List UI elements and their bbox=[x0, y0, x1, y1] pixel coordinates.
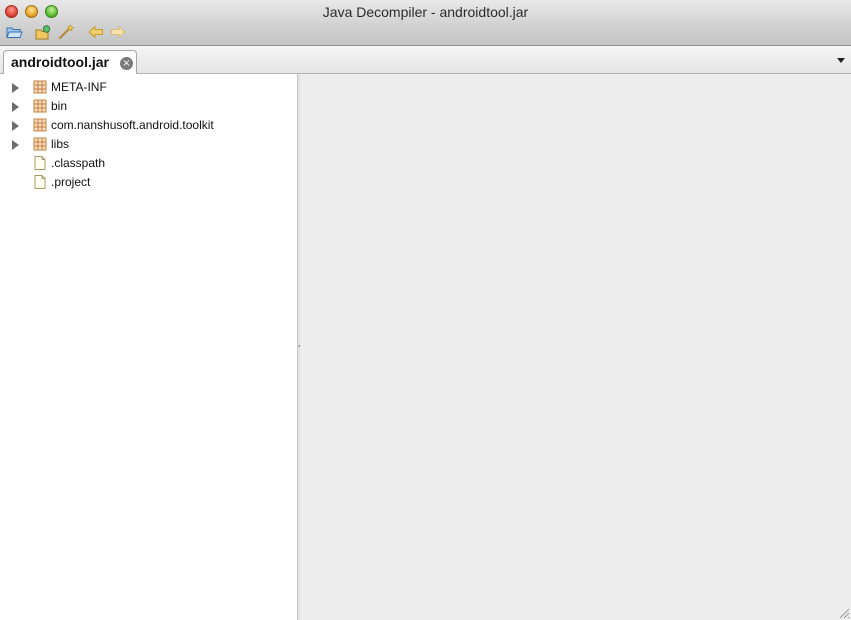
disclosure-triangle-icon[interactable] bbox=[12, 140, 19, 150]
tree-item-bin[interactable]: bin bbox=[0, 97, 296, 116]
tab-bar: androidtool.jar × bbox=[0, 46, 851, 74]
tree-item-libs[interactable]: libs bbox=[0, 135, 296, 154]
tree-item-label: libs bbox=[51, 137, 70, 151]
package-icon bbox=[33, 99, 47, 113]
open-type-button[interactable] bbox=[34, 24, 52, 40]
package-tree: META-INF bin com.nanshusoft.android.tool… bbox=[0, 74, 298, 620]
tree-item-label: bin bbox=[51, 99, 68, 113]
app-window: Java Decompiler - androidtool.jar androi… bbox=[0, 0, 851, 620]
tree-item-label: com.nanshusoft.android.toolkit bbox=[51, 118, 214, 132]
back-button[interactable] bbox=[87, 24, 105, 40]
tree-item-project[interactable]: .project bbox=[0, 173, 296, 192]
tree-item-meta-inf[interactable]: META-INF bbox=[0, 78, 296, 97]
open-type-icon bbox=[35, 24, 50, 39]
file-icon bbox=[34, 156, 46, 170]
disclosure-triangle-icon[interactable] bbox=[12, 83, 19, 93]
tab-close-icon[interactable]: × bbox=[120, 57, 133, 70]
tree-item-label: META-INF bbox=[51, 80, 107, 94]
source-view-panel bbox=[300, 74, 851, 620]
file-icon bbox=[34, 175, 46, 189]
tab-list-menu-icon[interactable] bbox=[837, 58, 845, 63]
package-icon bbox=[33, 137, 47, 151]
open-file-button[interactable] bbox=[5, 24, 23, 40]
tab-androidtool-jar[interactable]: androidtool.jar × bbox=[3, 50, 137, 74]
package-icon bbox=[33, 80, 47, 94]
tab-label: androidtool.jar bbox=[11, 54, 109, 70]
disclosure-triangle-icon[interactable] bbox=[12, 102, 19, 112]
window-title: Java Decompiler - androidtool.jar bbox=[322, 4, 529, 20]
search-button[interactable] bbox=[57, 24, 75, 40]
disclosure-triangle-icon[interactable] bbox=[12, 121, 19, 131]
tree-item-label: .classpath bbox=[51, 156, 106, 170]
window-resize-grip-icon[interactable] bbox=[838, 607, 850, 619]
tree-item-com-nanshusoft-android-toolkit[interactable]: com.nanshusoft.android.toolkit bbox=[0, 116, 296, 135]
tree-item-label: .project bbox=[51, 175, 91, 189]
tree-item-classpath[interactable]: .classpath bbox=[0, 154, 296, 173]
forward-button[interactable] bbox=[109, 24, 127, 40]
title-bar: Java Decompiler - androidtool.jar bbox=[0, 0, 851, 46]
wand-icon bbox=[58, 24, 74, 40]
package-icon bbox=[33, 118, 47, 132]
arrow-left-icon bbox=[88, 25, 103, 39]
folder-open-icon bbox=[5, 27, 23, 38]
arrow-right-icon bbox=[111, 25, 126, 39]
